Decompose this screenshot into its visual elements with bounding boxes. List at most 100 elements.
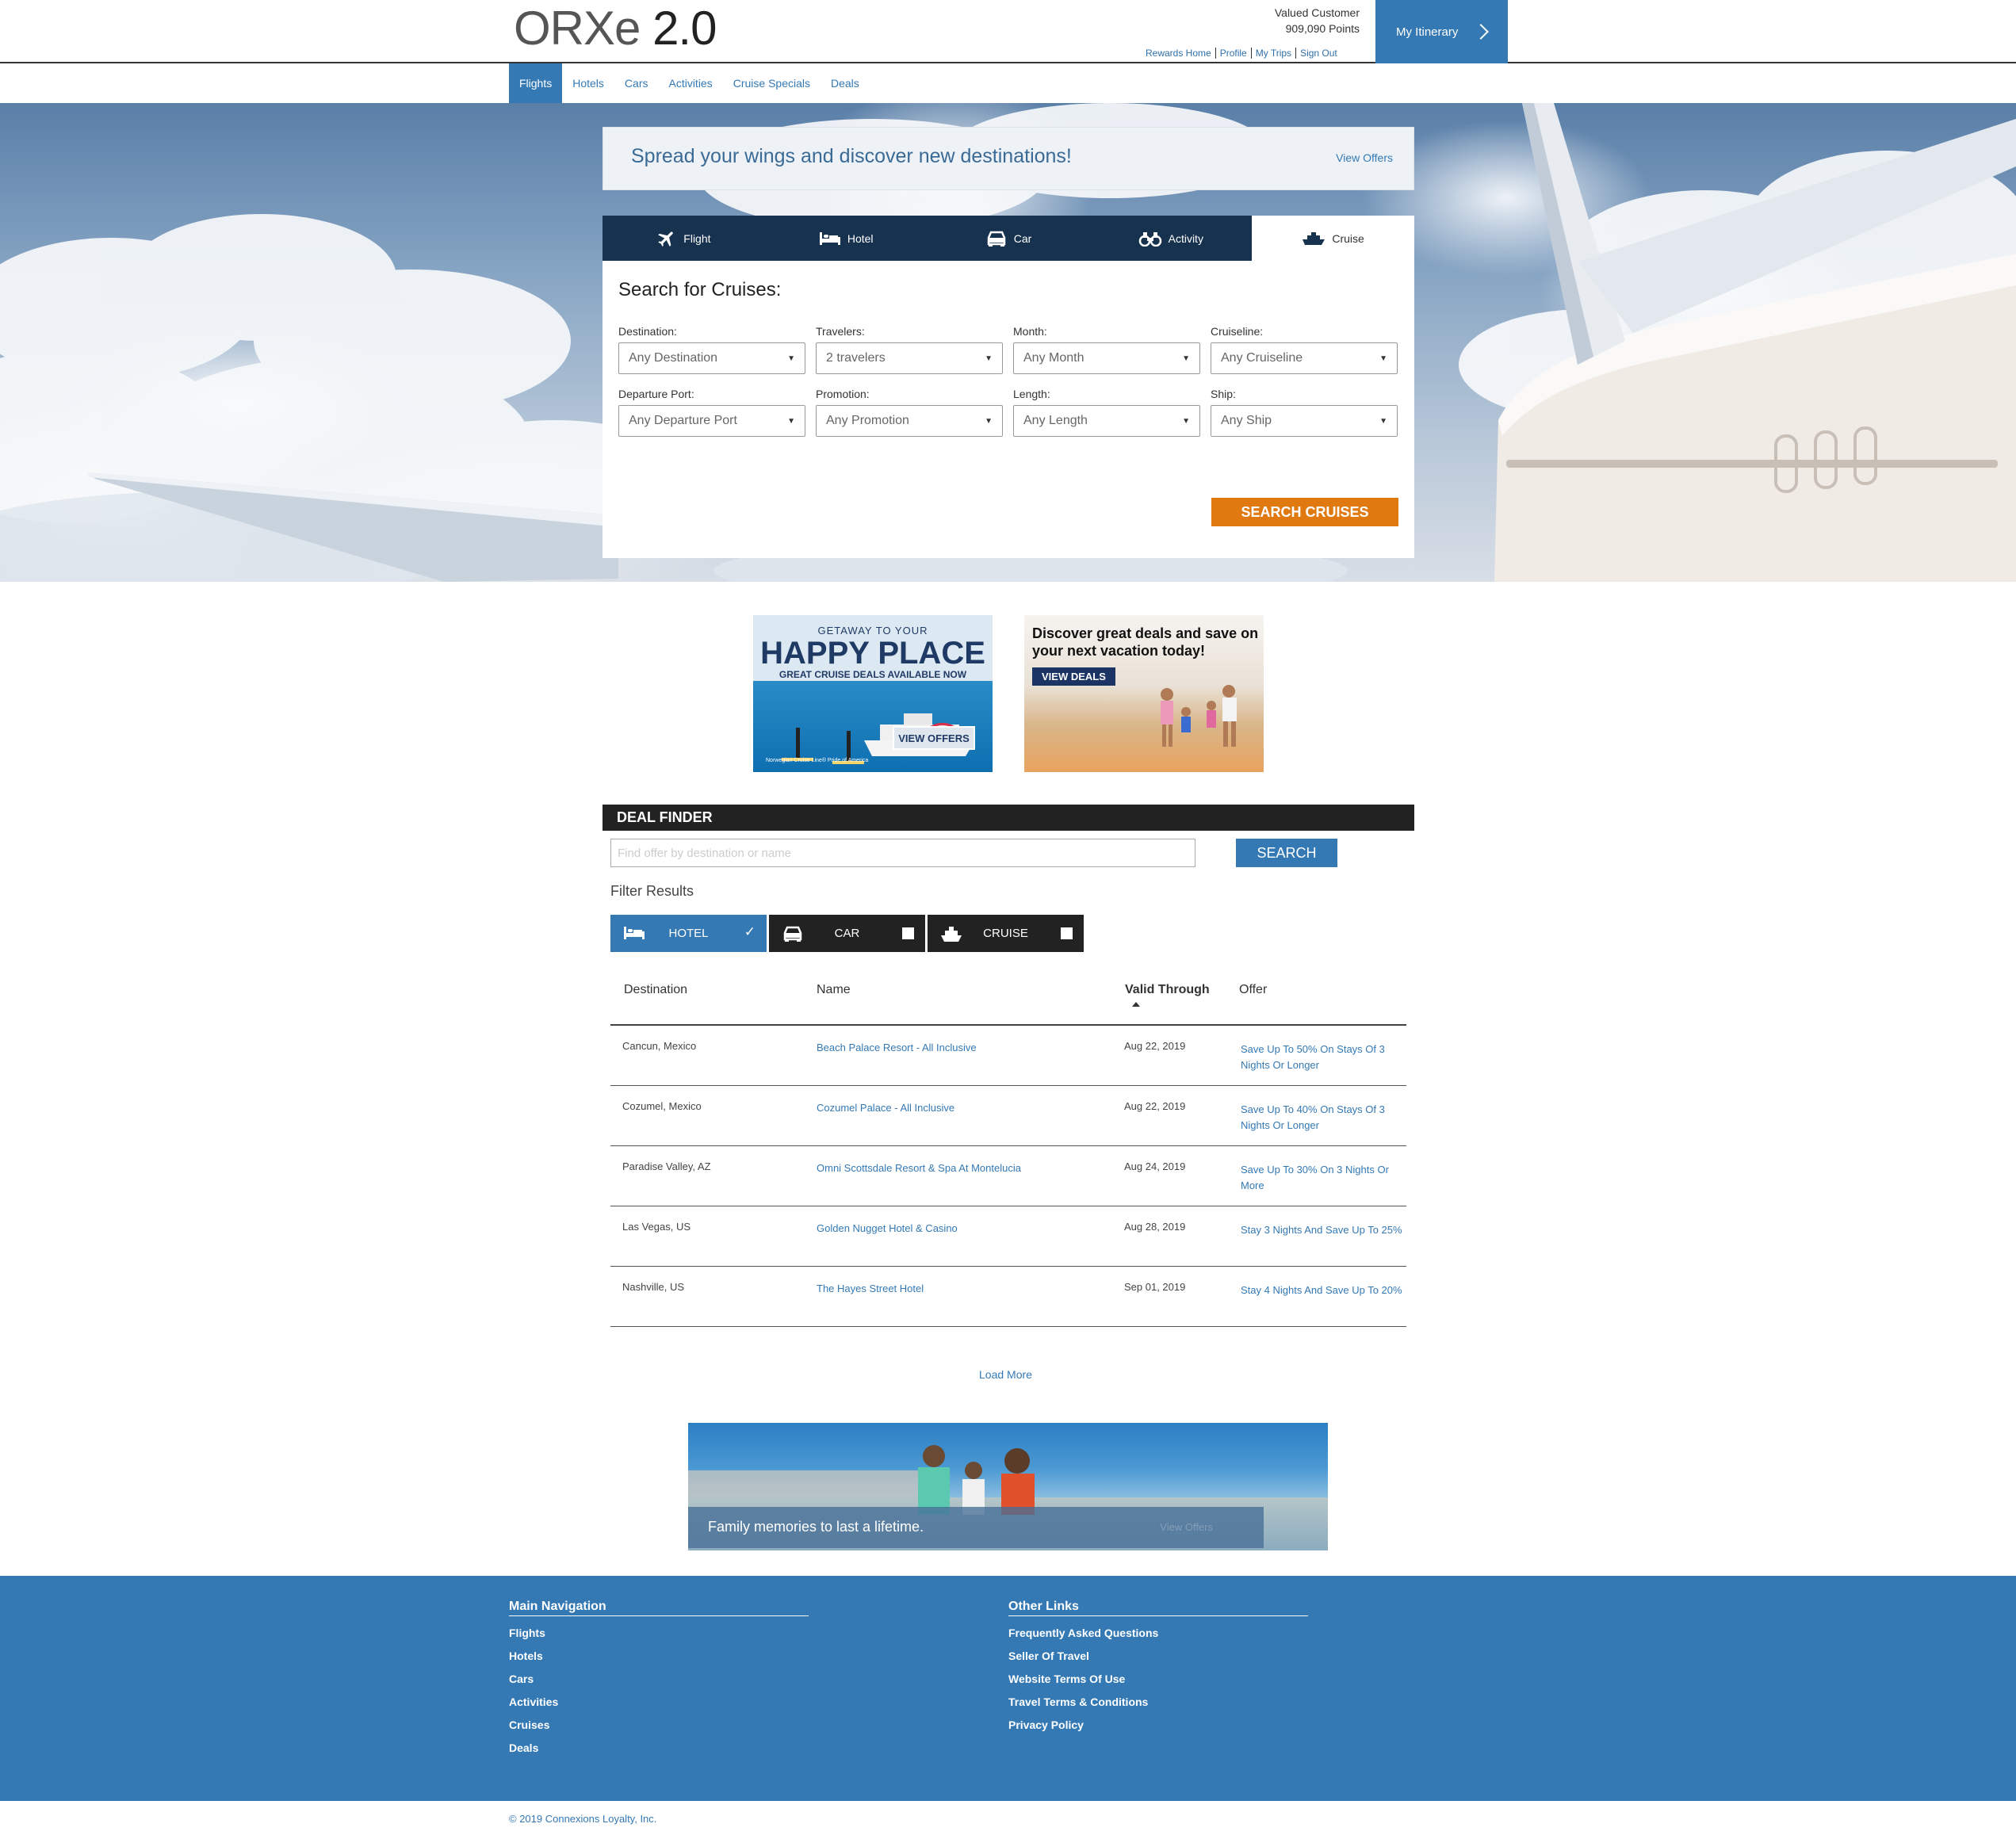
footer-link-faq[interactable]: Frequently Asked Questions bbox=[1008, 1627, 1308, 1639]
ad2-headline: Discover great deals and save on your ne… bbox=[1032, 625, 1259, 659]
footer-link-flights[interactable]: Flights bbox=[509, 1627, 809, 1639]
airplane-icon bbox=[658, 231, 674, 247]
load-more-link[interactable]: Load More bbox=[979, 1368, 1032, 1381]
row-destination: Paradise Valley, AZ bbox=[622, 1160, 711, 1172]
nav-deals[interactable]: Deals bbox=[821, 63, 870, 103]
footer-link-travel-terms[interactable]: Travel Terms & Conditions bbox=[1008, 1696, 1308, 1708]
vacation-deals-ad[interactable]: Discover great deals and save on your ne… bbox=[1024, 615, 1264, 772]
row-offer-link[interactable]: Save Up To 50% On Stays Of 3 Nights Or L… bbox=[1241, 1042, 1403, 1073]
promotion-field: Promotion: Any Promotion ▼ bbox=[816, 388, 1003, 437]
footer-link-deals[interactable]: Deals bbox=[509, 1742, 809, 1754]
site-logo[interactable]: ORXe 2.0 bbox=[514, 2, 717, 55]
month-select[interactable]: Any Month ▼ bbox=[1013, 342, 1200, 374]
col-offer[interactable]: Offer bbox=[1239, 983, 1267, 997]
length-select[interactable]: Any Length ▼ bbox=[1013, 405, 1200, 437]
row-offer-link[interactable]: Save Up To 40% On Stays Of 3 Nights Or L… bbox=[1241, 1102, 1403, 1134]
col-destination[interactable]: Destination bbox=[624, 983, 687, 997]
footer-link-website-terms[interactable]: Website Terms Of Use bbox=[1008, 1673, 1308, 1685]
account-links: Rewards Home Profile My Trips Sign Out bbox=[1142, 48, 1341, 59]
dropdown-arrow-icon: ▼ bbox=[787, 416, 795, 426]
row-name-link[interactable]: Cozumel Palace - All Inclusive bbox=[817, 1102, 954, 1114]
tab-cruise[interactable]: Cruise bbox=[1252, 216, 1414, 261]
footer-link-cars[interactable]: Cars bbox=[509, 1673, 809, 1685]
footer-link-activities[interactable]: Activities bbox=[509, 1696, 809, 1708]
profile-link[interactable]: Profile bbox=[1215, 48, 1252, 59]
promotion-value: Any Promotion bbox=[826, 414, 909, 427]
footer-link-hotels[interactable]: Hotels bbox=[509, 1650, 809, 1662]
rewards-home-link[interactable]: Rewards Home bbox=[1142, 48, 1216, 59]
ship-select[interactable]: Any Ship ▼ bbox=[1211, 405, 1398, 437]
length-label: Length: bbox=[1013, 388, 1050, 400]
destination-value: Any Destination bbox=[629, 351, 718, 365]
table-row: Las Vegas, US Golden Nugget Hotel & Casi… bbox=[610, 1206, 1406, 1267]
tab-flight-label: Flight bbox=[683, 231, 711, 245]
deal-search-button[interactable]: SEARCH bbox=[1236, 839, 1337, 867]
search-panel: Flight Hotel Car Activity Cruise Search … bbox=[603, 216, 1414, 558]
footer-link-seller-of-travel[interactable]: Seller Of Travel bbox=[1008, 1650, 1308, 1662]
nav-activities[interactable]: Activities bbox=[658, 63, 722, 103]
cruiseline-select[interactable]: Any Cruiseline ▼ bbox=[1211, 342, 1398, 374]
filter-results-title: Filter Results bbox=[610, 883, 694, 899]
view-offers-link[interactable]: View Offers bbox=[1336, 151, 1393, 164]
deal-search-input[interactable]: Find offer by destination or name bbox=[610, 839, 1195, 867]
cruiseline-field: Cruiseline: Any Cruiseline ▼ bbox=[1211, 325, 1398, 374]
filter-cruise[interactable]: CRUISE bbox=[928, 915, 1084, 952]
departure-port-select[interactable]: Any Departure Port ▼ bbox=[618, 405, 805, 437]
travelers-label: Travelers: bbox=[816, 325, 865, 338]
row-offer-link[interactable]: Stay 4 Nights And Save Up To 20% bbox=[1241, 1283, 1403, 1298]
tab-car-label: Car bbox=[1013, 231, 1032, 245]
filter-hotel[interactable]: HOTEL ✓ bbox=[610, 915, 767, 952]
search-cruises-button[interactable]: SEARCH CRUISES bbox=[1211, 498, 1398, 526]
car-icon bbox=[987, 231, 1005, 247]
sign-out-link[interactable]: Sign Out bbox=[1296, 48, 1341, 59]
dropdown-arrow-icon: ▼ bbox=[1182, 416, 1190, 426]
my-itinerary-button[interactable]: My Itinerary bbox=[1375, 0, 1508, 63]
footer-link-cruises[interactable]: Cruises bbox=[509, 1719, 809, 1731]
nav-cars[interactable]: Cars bbox=[614, 63, 659, 103]
nav-flights[interactable]: Flights bbox=[509, 63, 563, 103]
footer-other-links: Other Links Frequently Asked Questions S… bbox=[1008, 1600, 1308, 1731]
nav-hotels[interactable]: Hotels bbox=[562, 63, 614, 103]
promotion-select[interactable]: Any Promotion ▼ bbox=[816, 405, 1003, 437]
col-name[interactable]: Name bbox=[817, 983, 851, 997]
row-offer-link[interactable]: Stay 3 Nights And Save Up To 25% bbox=[1241, 1222, 1403, 1238]
tab-car[interactable]: Car bbox=[927, 216, 1090, 261]
row-name-link[interactable]: Beach Palace Resort - All Inclusive bbox=[817, 1042, 977, 1053]
ship-field: Ship: Any Ship ▼ bbox=[1211, 388, 1398, 437]
nav-cruise-specials[interactable]: Cruise Specials bbox=[723, 63, 821, 103]
row-destination: Las Vegas, US bbox=[622, 1221, 690, 1233]
row-valid-through: Aug 22, 2019 bbox=[1124, 1100, 1186, 1112]
tab-activity[interactable]: Activity bbox=[1089, 216, 1253, 261]
family-banner[interactable]: Family memories to last a lifetime. View… bbox=[688, 1423, 1328, 1550]
family-view-offers-link[interactable]: View Offers bbox=[1160, 1521, 1213, 1533]
travelers-select[interactable]: 2 travelers ▼ bbox=[816, 342, 1003, 374]
destination-select[interactable]: Any Destination ▼ bbox=[618, 342, 805, 374]
promo-bar: Spread your wings and discover new desti… bbox=[603, 127, 1414, 190]
points-balance: 909,090 Points bbox=[1285, 22, 1360, 35]
footer-link-privacy[interactable]: Privacy Policy bbox=[1008, 1719, 1308, 1731]
col-valid-through[interactable]: Valid Through bbox=[1125, 983, 1210, 997]
ad1-view-offers-button[interactable]: VIEW OFFERS bbox=[893, 726, 975, 750]
ad2-view-deals-button[interactable]: VIEW DEALS bbox=[1032, 667, 1115, 686]
promotion-label: Promotion: bbox=[816, 388, 870, 400]
my-trips-link[interactable]: My Trips bbox=[1251, 48, 1297, 59]
row-name-link[interactable]: Omni Scottsdale Resort & Spa At Monteluc… bbox=[817, 1162, 1021, 1174]
filter-car[interactable]: CAR bbox=[769, 915, 925, 952]
happy-place-ad[interactable]: GETAWAY TO YOUR HAPPY PLACE GREAT CRUISE… bbox=[753, 615, 993, 772]
length-value: Any Length bbox=[1023, 414, 1088, 427]
footer-main-nav-title: Main Navigation bbox=[509, 1600, 809, 1616]
row-name-link[interactable]: The Hayes Street Hotel bbox=[817, 1283, 924, 1294]
dropdown-arrow-icon: ▼ bbox=[787, 354, 795, 363]
tab-hotel[interactable]: Hotel bbox=[764, 216, 928, 261]
row-name-link[interactable]: Golden Nugget Hotel & Casino bbox=[817, 1222, 958, 1234]
tab-cruise-label: Cruise bbox=[1332, 231, 1364, 245]
row-valid-through: Aug 28, 2019 bbox=[1124, 1221, 1186, 1233]
row-offer-link[interactable]: Save Up To 30% On 3 Nights Or More bbox=[1241, 1162, 1403, 1194]
ad1-line1: GETAWAY TO YOUR bbox=[817, 625, 928, 637]
binoculars-icon bbox=[1138, 231, 1161, 247]
footer-other-links-title: Other Links bbox=[1008, 1600, 1308, 1616]
table-row: Paradise Valley, AZ Omni Scottsdale Reso… bbox=[610, 1146, 1406, 1206]
row-valid-through: Aug 22, 2019 bbox=[1124, 1040, 1186, 1052]
tab-flight[interactable]: Flight bbox=[603, 216, 765, 261]
travelers-field: Travelers: 2 travelers ▼ bbox=[816, 325, 1003, 374]
